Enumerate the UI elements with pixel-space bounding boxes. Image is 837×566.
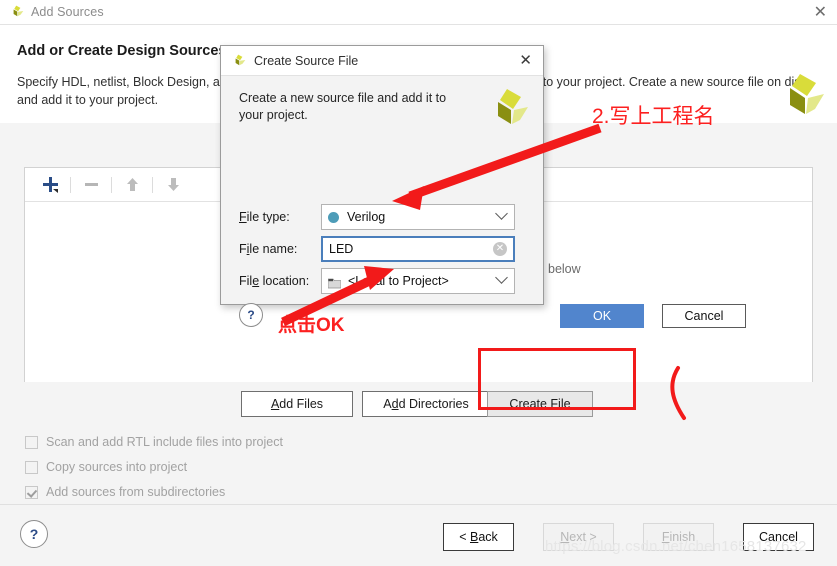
chevron-down-icon[interactable] xyxy=(495,271,508,284)
option-label: Scan and add RTL include files into proj… xyxy=(46,435,283,449)
toolbar-divider xyxy=(111,176,112,193)
checkbox-icon[interactable] xyxy=(25,435,38,449)
chevron-down-icon[interactable] xyxy=(495,207,508,220)
back-button[interactable]: < Back xyxy=(443,523,514,551)
arrow-up-icon[interactable] xyxy=(117,172,147,198)
file-type-value: Verilog xyxy=(347,210,386,224)
dialog-title: Create Source File xyxy=(254,53,359,68)
create-file-label: reate File xyxy=(518,397,571,411)
file-type-select[interactable]: Verilog xyxy=(321,204,515,230)
option-copy-sources[interactable]: Copy sources into project xyxy=(25,460,187,474)
add-files-label: dd Files xyxy=(279,397,324,411)
finish-button: Finish xyxy=(643,523,714,551)
help-button[interactable]: ? xyxy=(20,520,48,548)
vivado-logo-icon xyxy=(790,74,824,114)
dialog-help-button[interactable]: ? xyxy=(239,303,263,327)
next-button: Next > xyxy=(543,523,614,551)
close-icon[interactable]: ✕ xyxy=(814,2,827,22)
verilog-dot-icon xyxy=(328,211,339,223)
dialog-intro-text: Create a new source file and add it to y… xyxy=(239,91,447,122)
file-name-input[interactable]: LED ✕ xyxy=(321,236,515,262)
toolbar-divider xyxy=(70,176,71,193)
wizard-footer: ? < Back Next > Finish Cancel xyxy=(0,504,837,566)
add-files-button[interactable]: Add Files xyxy=(241,391,353,417)
option-scan-rtl[interactable]: Scan and add RTL include files into proj… xyxy=(25,435,283,449)
create-file-mnemonic: C xyxy=(509,397,519,411)
vivado-logo-icon xyxy=(498,89,528,124)
page-title: Add or Create Design Sources xyxy=(17,43,227,59)
add-dirs-prefix: A xyxy=(383,397,392,411)
dialog-ok-button[interactable]: OK xyxy=(560,304,644,328)
option-add-subdirectories[interactable]: Add sources from subdirectories xyxy=(25,485,225,499)
create-file-button[interactable]: Create File xyxy=(487,391,593,417)
toolbar-divider xyxy=(152,176,153,193)
add-dirs-mnemonic: d xyxy=(391,397,399,411)
file-location-select[interactable]: <Local to Project> xyxy=(321,268,515,294)
arrow-down-icon[interactable] xyxy=(158,172,188,198)
window-titlebar: Add Sources ✕ xyxy=(0,0,837,24)
dialog-cancel-button[interactable]: Cancel xyxy=(662,304,746,328)
dialog-close-icon[interactable]: ✕ xyxy=(519,50,532,70)
folder-icon xyxy=(327,276,342,288)
checkbox-icon[interactable] xyxy=(25,460,38,474)
file-location-value: <Local to Project> xyxy=(348,274,449,288)
file-location-row: File location: <Local to Project> xyxy=(239,268,515,294)
minus-icon[interactable] xyxy=(76,172,106,198)
option-label: Copy sources into project xyxy=(46,460,188,474)
file-name-row: File name: LED ✕ xyxy=(239,236,515,262)
add-directories-button[interactable]: Add Directories xyxy=(362,391,490,417)
create-source-file-dialog: Create Source File ✕ Create a new source… xyxy=(220,45,746,328)
window-title: Add Sources xyxy=(31,5,104,19)
add-files-mnemonic: A xyxy=(270,397,280,411)
option-label: Add sources from subdirectories xyxy=(46,485,226,499)
file-name-value: LED xyxy=(329,242,354,256)
dialog-titlebar: Create Source File ✕ xyxy=(221,46,543,76)
cancel-button[interactable]: Cancel xyxy=(743,523,814,551)
file-name-label: File name: xyxy=(239,242,298,256)
file-type-row: File type: Verilog xyxy=(239,204,515,230)
partial-text-below: below xyxy=(548,262,581,276)
add-dirs-label: d Directories xyxy=(398,397,469,411)
clear-icon[interactable]: ✕ xyxy=(493,242,507,256)
file-type-label: File type: xyxy=(239,210,290,224)
source-action-buttons: Add Files Add Directories Create File xyxy=(0,391,837,417)
checkbox-checked-icon[interactable] xyxy=(25,485,38,499)
file-location-label: File location: xyxy=(239,274,310,288)
vivado-logo-icon xyxy=(13,5,24,17)
vivado-logo-icon xyxy=(235,54,246,65)
plus-icon[interactable] xyxy=(35,172,65,198)
